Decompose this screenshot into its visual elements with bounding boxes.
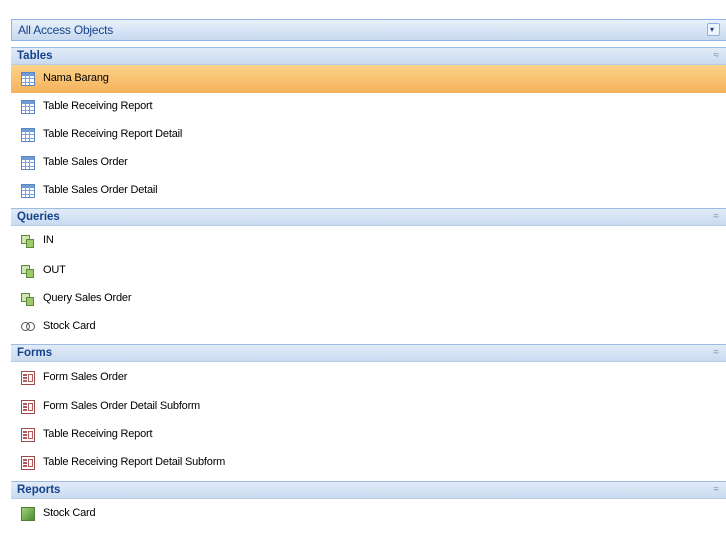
collapse-icon[interactable]: ≈	[714, 484, 720, 495]
list-item[interactable]: Table Receiving Report	[11, 93, 726, 121]
nav-pane-header[interactable]: All Access Objects ▾	[11, 19, 726, 41]
group-title: Tables	[17, 50, 53, 62]
union-query-icon	[21, 320, 35, 334]
query-icon	[21, 234, 35, 248]
group-header-forms[interactable]: Forms ≈	[11, 344, 726, 362]
item-label: Stock Card	[43, 507, 96, 519]
list-item[interactable]: Table Receiving Report	[11, 421, 726, 449]
navigation-pane: All Access Objects ▾ Tables ≈ Nama Baran…	[0, 0, 726, 538]
group-title: Forms	[17, 347, 53, 359]
list-item[interactable]: Query Sales Order	[11, 285, 726, 313]
group-header-queries[interactable]: Queries ≈	[11, 208, 726, 226]
item-label: Table Receiving Report	[43, 100, 153, 112]
group-header-tables[interactable]: Tables ≈	[11, 47, 726, 65]
item-label: Query Sales Order	[43, 292, 132, 304]
list-item[interactable]: Form Sales Order Detail Subform	[11, 393, 726, 421]
list-item[interactable]: IN	[11, 227, 726, 255]
form-icon	[21, 400, 35, 414]
query-icon	[21, 264, 35, 278]
table-icon	[21, 128, 35, 142]
top-strip	[0, 0, 726, 8]
item-label: Form Sales Order	[43, 371, 128, 383]
list-item-nama-barang[interactable]: Nama Barang	[11, 65, 726, 93]
item-label: OUT	[43, 264, 66, 276]
nav-pane-title: All Access Objects	[18, 23, 114, 37]
item-label: Table Receiving Report	[43, 428, 153, 440]
group-header-reports[interactable]: Reports ≈	[11, 481, 726, 499]
item-label: Form Sales Order Detail Subform	[43, 400, 201, 412]
group-title: Queries	[17, 211, 60, 223]
list-item[interactable]: Stock Card	[11, 500, 726, 528]
table-icon	[21, 184, 35, 198]
table-icon	[21, 156, 35, 170]
collapse-icon[interactable]: ≈	[714, 211, 720, 222]
item-label: Table Receiving Report Detail	[43, 128, 183, 140]
group-title: Reports	[17, 484, 61, 496]
item-label: Nama Barang	[43, 72, 109, 84]
item-label: IN	[43, 234, 54, 246]
list-item[interactable]: OUT	[11, 257, 726, 285]
collapse-icon[interactable]: ≈	[714, 347, 720, 358]
table-icon	[21, 100, 35, 114]
item-label: Table Sales Order Detail	[43, 184, 158, 196]
list-item[interactable]: Form Sales Order	[11, 364, 726, 392]
collapse-icon[interactable]: ≈	[714, 50, 720, 61]
item-label: Table Receiving Report Detail Subform	[43, 456, 226, 468]
list-item[interactable]: Table Receiving Report Detail Subform	[11, 449, 726, 477]
query-icon	[21, 292, 35, 306]
nav-pane-menu-button[interactable]: ▾	[707, 23, 720, 36]
report-icon	[21, 507, 35, 521]
form-icon	[21, 371, 35, 385]
item-label: Table Sales Order	[43, 156, 128, 168]
form-icon	[21, 428, 35, 442]
table-icon	[21, 72, 35, 86]
form-icon	[21, 456, 35, 470]
list-item[interactable]: Table Sales Order	[11, 149, 726, 177]
chevron-down-icon: ▾	[710, 25, 715, 34]
list-item[interactable]: Table Receiving Report Detail	[11, 121, 726, 149]
item-label: Stock Card	[43, 320, 96, 332]
list-item[interactable]: Table Sales Order Detail	[11, 177, 726, 205]
list-item[interactable]: Stock Card	[11, 313, 726, 341]
